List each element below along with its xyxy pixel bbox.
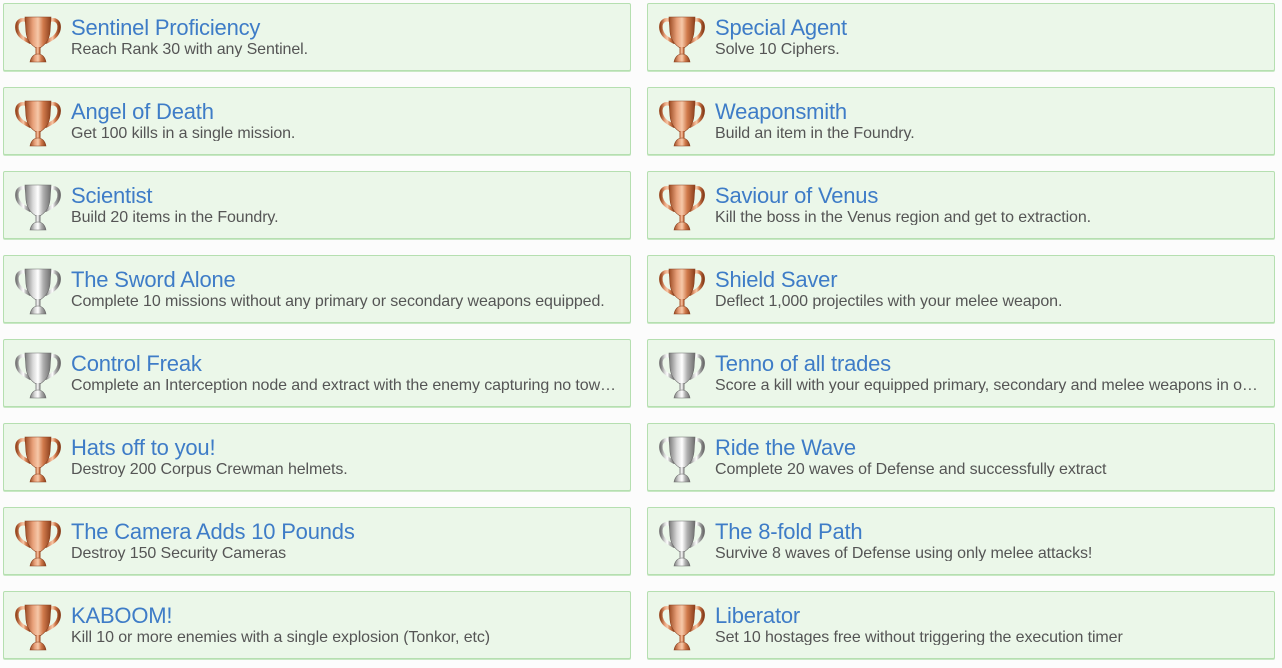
achievement-text: Weaponsmith Build an item in the Foundry. — [715, 99, 1262, 141]
achievement-card[interactable]: Shield Saver Deflect 1,000 projectiles wi… — [647, 255, 1275, 323]
achievement-description: Destroy 200 Corpus Crewman helmets. — [71, 461, 348, 477]
achievement-description: Score a kill with your equipped primary,… — [715, 377, 1262, 393]
achievement-card[interactable]: Hats off to you! Destroy 200 Corpus Crewm… — [3, 423, 631, 491]
achievement-text: Liberator Set 10 hostages free without tr… — [715, 603, 1262, 645]
achievement-text: Scientist Build 20 items in the Foundry. — [71, 183, 618, 225]
achievement-card[interactable]: The Camera Adds 10 Pounds Destroy 150 Sec… — [3, 507, 631, 575]
achievement-text: The Sword Alone Complete 10 missions with… — [71, 267, 618, 309]
achievement-text: Saviour of Venus Kill the boss in the Ven… — [715, 183, 1262, 225]
achievement-text: Tenno of all trades Score a kill with you… — [715, 351, 1262, 393]
bronze-trophy-icon — [13, 432, 63, 484]
achievement-card[interactable]: Weaponsmith Build an item in the Foundry. — [647, 87, 1275, 155]
silver-trophy-icon — [657, 432, 707, 484]
silver-trophy-icon — [657, 348, 707, 400]
achievement-text: Control Freak Complete an Interception no… — [71, 351, 618, 393]
bronze-trophy-icon — [13, 12, 63, 64]
achievement-title: KABOOM! — [71, 603, 173, 628]
achievement-description: Build an item in the Foundry. — [715, 125, 915, 141]
achievement-card[interactable]: Saviour of Venus Kill the boss in the Ven… — [647, 171, 1275, 239]
achievement-card[interactable]: Special Agent Solve 10 Ciphers. — [647, 3, 1275, 71]
bronze-trophy-icon — [13, 516, 63, 568]
achievement-card[interactable]: KABOOM! Kill 10 or more enemies with a si… — [3, 591, 631, 659]
bronze-trophy-icon — [657, 600, 707, 652]
achievement-text: KABOOM! Kill 10 or more enemies with a si… — [71, 603, 618, 645]
achievement-card[interactable]: Angel of Death Get 100 kills in a single … — [3, 87, 631, 155]
achievement-title: Tenno of all trades — [715, 351, 891, 376]
achievement-card[interactable]: The 8-fold Path Survive 8 waves of Defens… — [647, 507, 1275, 575]
achievement-title: Scientist — [71, 183, 153, 208]
achievement-text: Hats off to you! Destroy 200 Corpus Crewm… — [71, 435, 618, 477]
achievement-card[interactable]: Scientist Build 20 items in the Foundry. — [3, 171, 631, 239]
achievement-description: Deflect 1,000 projectiles with your mele… — [715, 293, 1063, 309]
achievement-title: Angel of Death — [71, 99, 214, 124]
achievement-description: Kill 10 or more enemies with a single ex… — [71, 629, 490, 645]
bronze-trophy-icon — [657, 264, 707, 316]
achievement-text: Shield Saver Deflect 1,000 projectiles wi… — [715, 267, 1262, 309]
achievement-card[interactable]: Sentinel Proficiency Reach Rank 30 with a… — [3, 3, 631, 71]
achievement-description: Complete 10 missions without any primary… — [71, 293, 605, 309]
achievement-title: Ride the Wave — [715, 435, 856, 460]
achievement-title: The 8-fold Path — [715, 519, 863, 544]
achievement-description: Kill the boss in the Venus region and ge… — [715, 209, 1091, 225]
achievement-text: The 8-fold Path Survive 8 waves of Defens… — [715, 519, 1262, 561]
achievement-text: Special Agent Solve 10 Ciphers. — [715, 15, 1262, 57]
achievement-text: Angel of Death Get 100 kills in a single … — [71, 99, 618, 141]
achievement-description: Reach Rank 30 with any Sentinel. — [71, 41, 308, 57]
achievement-title: Special Agent — [715, 15, 847, 40]
achievement-description: Get 100 kills in a single mission. — [71, 125, 296, 141]
achievement-title: Saviour of Venus — [715, 183, 879, 208]
achievement-title: Hats off to you! — [71, 435, 216, 460]
achievement-card[interactable]: Tenno of all trades Score a kill with you… — [647, 339, 1275, 407]
achievement-title: Control Freak — [71, 351, 202, 376]
bronze-trophy-icon — [657, 180, 707, 232]
silver-trophy-icon — [13, 348, 63, 400]
achievement-grid: Sentinel Proficiency Reach Rank 30 with a… — [0, 0, 1282, 668]
achievement-text: Ride the Wave Complete 20 waves of Defens… — [715, 435, 1262, 477]
achievement-title: Weaponsmith — [715, 99, 847, 124]
achievement-title: Shield Saver — [715, 267, 838, 292]
achievement-description: Complete an Interception node and extrac… — [71, 377, 618, 393]
bronze-trophy-icon — [13, 96, 63, 148]
bronze-trophy-icon — [657, 12, 707, 64]
achievement-card[interactable]: Liberator Set 10 hostages free without tr… — [647, 591, 1275, 659]
achievement-description: Set 10 hostages free without triggering … — [715, 629, 1123, 645]
achievement-description: Solve 10 Ciphers. — [715, 41, 840, 57]
achievement-title: The Camera Adds 10 Pounds — [71, 519, 355, 544]
achievement-card[interactable]: Control Freak Complete an Interception no… — [3, 339, 631, 407]
achievement-card[interactable]: The Sword Alone Complete 10 missions with… — [3, 255, 631, 323]
bronze-trophy-icon — [657, 96, 707, 148]
achievement-description: Build 20 items in the Foundry. — [71, 209, 279, 225]
silver-trophy-icon — [13, 180, 63, 232]
achievement-card[interactable]: Ride the Wave Complete 20 waves of Defens… — [647, 423, 1275, 491]
bronze-trophy-icon — [13, 600, 63, 652]
achievement-title: Liberator — [715, 603, 801, 628]
achievement-description: Survive 8 waves of Defense using only me… — [715, 545, 1093, 561]
achievement-title: The Sword Alone — [71, 267, 236, 292]
achievement-text: Sentinel Proficiency Reach Rank 30 with a… — [71, 15, 618, 57]
achievement-title: Sentinel Proficiency — [71, 15, 261, 40]
achievement-description: Complete 20 waves of Defense and success… — [715, 461, 1107, 477]
achievement-text: The Camera Adds 10 Pounds Destroy 150 Sec… — [71, 519, 618, 561]
silver-trophy-icon — [657, 516, 707, 568]
achievement-description: Destroy 150 Security Cameras — [71, 545, 287, 561]
silver-trophy-icon — [13, 264, 63, 316]
